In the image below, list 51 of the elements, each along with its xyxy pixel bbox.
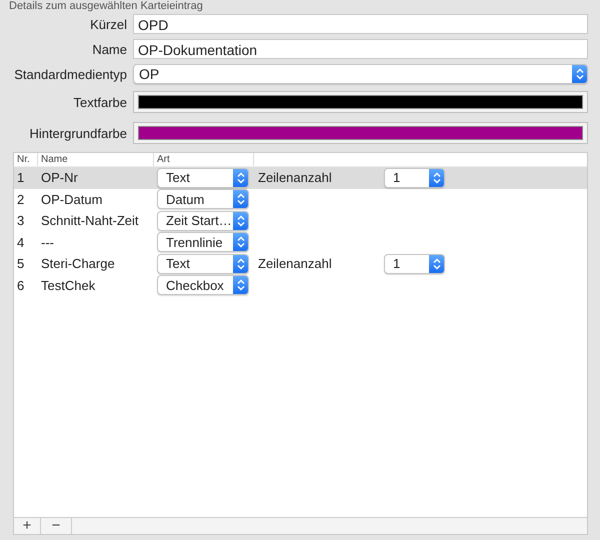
popup-button[interactable]: Text — [157, 168, 249, 188]
table-row[interactable]: 5 Steri-Charge Text Zeilenanzahl 1 — [14, 253, 587, 274]
color-well[interactable] — [133, 122, 588, 144]
chevron-updown-icon — [233, 168, 248, 187]
row-number: 3 — [16, 213, 26, 228]
row-number: 1 — [16, 170, 26, 186]
table-cell-text: --- — [40, 234, 55, 250]
section-title: Details zum ausgewählten Karteieintrag — [9, 0, 204, 13]
popup-button[interactable]: Checkbox — [157, 275, 249, 296]
chevron-updown-icon — [429, 254, 444, 273]
color-well[interactable] — [133, 91, 588, 113]
column-header[interactable]: Nr. — [14, 153, 38, 166]
table-row[interactable]: 4 --- Trennlinie — [14, 232, 587, 253]
text-field[interactable]: OP-Dokumentation — [133, 39, 588, 59]
row-number: 6 — [16, 278, 26, 293]
chevron-updown-icon — [233, 190, 248, 208]
field-label: Textfarbe — [72, 94, 127, 110]
chevron-updown-icon — [233, 212, 248, 230]
chevron-updown-icon — [233, 233, 248, 252]
chevron-updown-icon — [572, 65, 587, 83]
column-header[interactable]: Name — [38, 153, 154, 166]
table-row[interactable]: 1 OP-Nr Text Zeilenanzahl 1 — [14, 167, 587, 188]
table-cell-text: OP-Nr — [40, 170, 79, 186]
popup-button[interactable]: Text — [157, 254, 249, 274]
popup-button[interactable]: Zeit Start… — [157, 210, 249, 231]
table-row[interactable]: 3 Schnitt-Naht-Zeit Zeit Start… — [14, 210, 587, 232]
field-label: Hintergrundfarbe — [28, 126, 127, 140]
chevron-updown-icon — [429, 168, 444, 187]
popup-button[interactable]: 1 — [384, 254, 445, 274]
field-label: Standardmedientyp — [13, 66, 127, 82]
table-row[interactable]: 6 TestChek Checkbox — [14, 274, 587, 296]
option-label: Zeilenanzahl — [258, 170, 332, 186]
table-row[interactable]: 2 OP-Datum Datum — [14, 188, 587, 210]
field-label: Kürzel — [89, 16, 127, 32]
table-cell-text: Steri-Charge — [40, 256, 116, 272]
column-header[interactable]: Art — [154, 153, 254, 166]
text-field[interactable]: OPD — [133, 14, 588, 34]
chevron-updown-icon — [233, 254, 248, 273]
popup-button[interactable]: Trennlinie — [157, 232, 249, 252]
row-number: 2 — [16, 192, 26, 207]
chevron-updown-icon — [233, 276, 248, 294]
table-cell-text: TestChek — [40, 278, 96, 293]
popup-button[interactable]: OP — [133, 64, 588, 84]
table-cell-text: Schnitt-Naht-Zeit — [40, 213, 140, 228]
row-number: 5 — [16, 256, 26, 272]
row-number: 4 — [16, 234, 26, 250]
table-cell-text: OP-Datum — [40, 192, 104, 207]
popup-button[interactable]: 1 — [384, 168, 445, 188]
popup-button[interactable]: Datum — [157, 189, 249, 210]
option-label: Zeilenanzahl — [258, 256, 332, 272]
field-label: Name — [91, 42, 127, 56]
